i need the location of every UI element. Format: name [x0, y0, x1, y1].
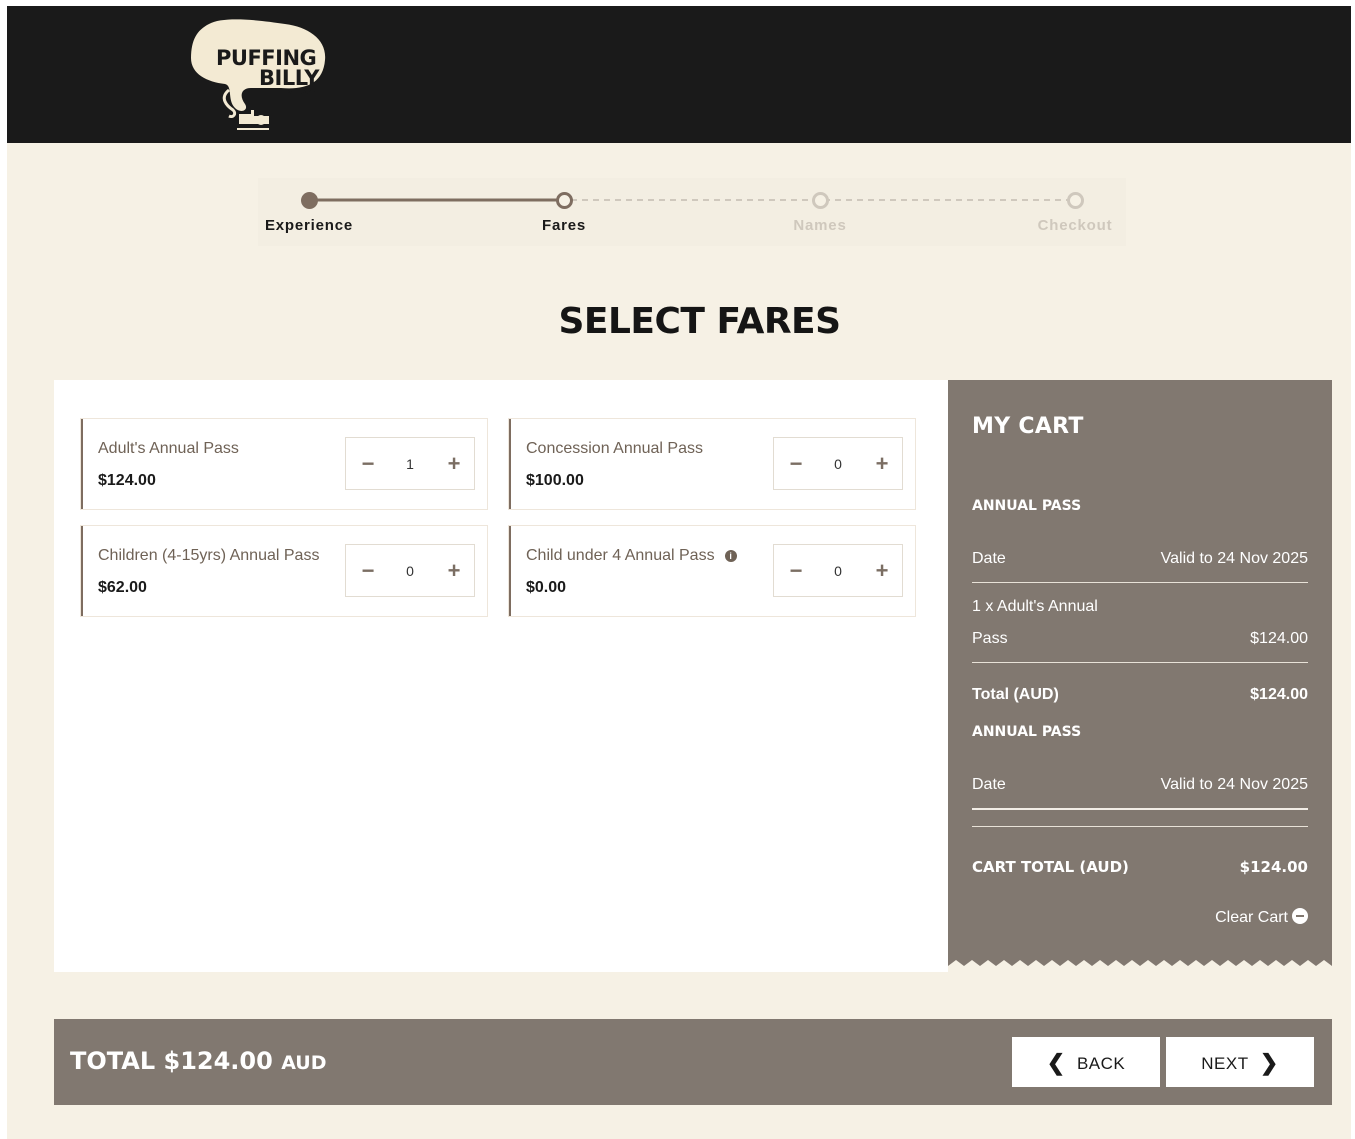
cart-item-row: 1 x Adult's Annual: [972, 598, 1308, 616]
cart-date-value: Valid to 24 Nov 2025: [1160, 776, 1308, 793]
fare-price: $62.00: [98, 579, 147, 596]
increment-button[interactable]: +: [862, 545, 902, 596]
fare-name: Child under 4 Annual Pass: [526, 547, 715, 564]
cart-date-label: Date: [972, 776, 1006, 793]
step-label-names: Names: [793, 217, 847, 234]
footer-bar: TOTAL $124.00 AUD ❮ BACK NEXT ❯: [54, 1019, 1332, 1105]
quantity-stepper: − 0 +: [773, 437, 903, 490]
site-header: PUFFING BILLY RAILWAY: [7, 6, 1351, 143]
cart-date-row: Date Valid to 24 Nov 2025: [972, 550, 1308, 568]
cart-total-row: CART TOTAL (AUD) $124.00: [972, 858, 1308, 876]
increment-button[interactable]: +: [434, 545, 474, 596]
decrement-button[interactable]: −: [776, 545, 816, 596]
chevron-left-icon: ❮: [1046, 1050, 1066, 1075]
increment-button[interactable]: +: [862, 438, 902, 489]
step-dot-names: [812, 192, 829, 209]
fare-card-children: Children (4-15yrs) Annual Pass $62.00 − …: [81, 526, 487, 616]
fare-name: Children (4-15yrs) Annual Pass: [98, 547, 320, 564]
cart-item-price: $124.00: [1250, 630, 1308, 647]
step-dot-checkout: [1067, 192, 1084, 209]
cart-total-value: $124.00: [1239, 858, 1308, 876]
info-icon[interactable]: i: [724, 550, 737, 562]
decrement-button[interactable]: −: [348, 438, 388, 489]
cart-title: MY CART: [972, 414, 1084, 439]
step-dot-experience: [301, 192, 318, 209]
fare-price: $100.00: [526, 472, 584, 489]
cart-subtotal-value: $124.00: [1250, 686, 1308, 703]
fare-name-row: Child under 4 Annual Pass i: [526, 547, 737, 565]
logo-text-line3: RAILWAY: [286, 89, 316, 96]
decrement-button[interactable]: −: [348, 545, 388, 596]
step-dot-fares: [556, 192, 573, 209]
quantity-value[interactable]: 0: [818, 545, 858, 596]
cart-zigzag-edge: [948, 960, 1332, 974]
clear-cart-label: Clear Cart: [1215, 909, 1288, 926]
fare-card-concession: Concession Annual Pass $100.00 − 0 +: [509, 419, 915, 509]
footer-total-amount: TOTAL $124.00: [70, 1047, 273, 1075]
puffing-billy-logo[interactable]: PUFFING BILLY RAILWAY: [189, 18, 329, 138]
cart-section-heading: ANNUAL PASS: [972, 498, 1082, 514]
cart-item-row-2: Pass $124.00: [972, 630, 1308, 648]
stepper-track: [310, 198, 1076, 202]
decrement-button[interactable]: −: [776, 438, 816, 489]
fare-name: Concession Annual Pass: [526, 440, 703, 457]
logo-text-line2: BILLY: [259, 66, 320, 90]
back-button-label: BACK: [1076, 1054, 1126, 1073]
page: PUFFING BILLY RAILWAY Experience Fares N…: [7, 6, 1351, 1139]
step-label-checkout: Checkout: [1037, 217, 1113, 234]
cart-subtotal-row: Total (AUD) $124.00: [972, 686, 1308, 704]
cart-subtotal-label: Total (AUD): [972, 686, 1059, 703]
back-button[interactable]: ❮ BACK: [1012, 1037, 1160, 1087]
cart-section-heading: ANNUAL PASS: [972, 724, 1082, 740]
my-cart: MY CART ANNUAL PASS Date Valid to 24 Nov…: [948, 380, 1332, 972]
quantity-value[interactable]: 0: [390, 545, 430, 596]
fare-card-child-under-4: Child under 4 Annual Pass i $0.00 − 0 +: [509, 526, 915, 616]
page-title: SELECT FARES: [558, 301, 841, 342]
fare-price: $0.00: [526, 579, 567, 596]
quantity-value[interactable]: 0: [818, 438, 858, 489]
cart-date-label: Date: [972, 550, 1006, 567]
next-button[interactable]: NEXT ❯: [1166, 1037, 1314, 1087]
cart-date-row: Date Valid to 24 Nov 2025: [972, 776, 1308, 794]
fares-panel: Adult's Annual Pass $124.00 − 1 + Conces…: [54, 380, 948, 972]
next-button-label: NEXT: [1201, 1054, 1249, 1073]
fare-card-adult: Adult's Annual Pass $124.00 − 1 +: [81, 419, 487, 509]
minus-circle-icon: [1292, 908, 1308, 924]
footer-total-currency: AUD: [281, 1052, 327, 1074]
chevron-right-icon: ❯: [1259, 1050, 1279, 1075]
fare-name: Adult's Annual Pass: [98, 440, 239, 457]
fare-price: $124.00: [98, 472, 156, 489]
quantity-value[interactable]: 1: [390, 438, 430, 489]
clear-cart-button[interactable]: Clear Cart: [1215, 908, 1308, 927]
cart-item-name: 1 x Adult's Annual: [972, 598, 1098, 615]
cart-date-value: Valid to 24 Nov 2025: [1160, 550, 1308, 567]
divider: [972, 826, 1308, 827]
step-label-fares: Fares: [541, 217, 587, 234]
quantity-stepper: − 0 +: [773, 544, 903, 597]
increment-button[interactable]: +: [434, 438, 474, 489]
divider: [972, 808, 1308, 810]
quantity-stepper: − 0 +: [345, 544, 475, 597]
divider: [972, 662, 1308, 663]
divider: [972, 582, 1308, 583]
quantity-stepper: − 1 +: [345, 437, 475, 490]
footer-total: TOTAL $124.00 AUD: [70, 1047, 327, 1075]
cart-total-label: CART TOTAL (AUD): [972, 858, 1129, 876]
step-label-experience[interactable]: Experience: [239, 217, 379, 234]
cart-item-name-cont: Pass: [972, 630, 1008, 647]
